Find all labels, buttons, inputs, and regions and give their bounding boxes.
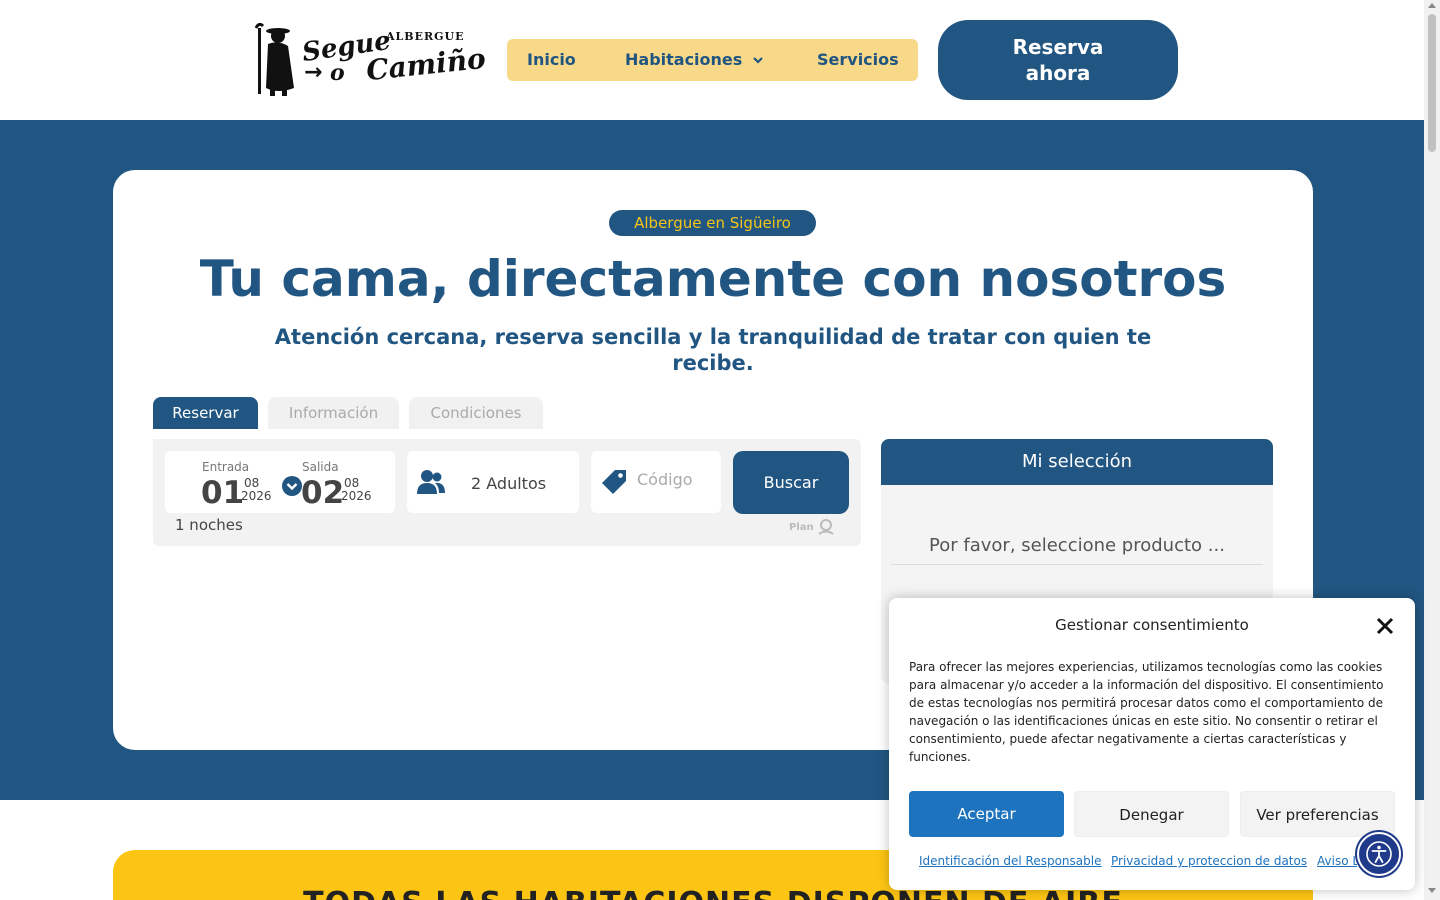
salida-month: 08 [344, 476, 360, 490]
site-header: Segue ALBERGUE → o Camiño Inicio Habitac… [0, 0, 1424, 120]
main-nav: Inicio Habitaciones Servicios [507, 39, 918, 81]
salida-label: Salida [302, 460, 339, 474]
link-privacidad[interactable]: Privacidad y proteccion de datos [1111, 854, 1307, 868]
page-scrollbar[interactable] [1424, 0, 1440, 900]
consent-description: Para ofrecer las mejores experiencias, u… [909, 660, 1384, 764]
buscar-button[interactable]: Buscar [733, 451, 849, 514]
nav-habitaciones[interactable]: Habitaciones [625, 50, 764, 69]
chevron-down-icon [753, 56, 764, 64]
plan-logo-text: Plan [789, 522, 814, 533]
accessibility-icon [1366, 841, 1392, 867]
plan-logo-icon [818, 519, 834, 535]
scroll-up-arrow[interactable] [1428, 3, 1436, 8]
scroll-down-arrow[interactable] [1428, 888, 1436, 893]
search-panel: Entrada 01 08 2026 Salida 02 08 2026 1 n… [153, 439, 861, 546]
entrada-label: Entrada [202, 460, 250, 474]
consent-accept-button[interactable]: Aceptar [909, 791, 1064, 837]
users-icon [417, 470, 445, 494]
tab-informacion[interactable]: Información [268, 397, 399, 429]
tag-icon [602, 470, 626, 494]
cookie-consent-dialog: Gestionar consentimiento Para ofrecer la… [889, 598, 1415, 890]
link-aviso-legal[interactable]: Aviso Legal [1317, 854, 1357, 868]
entrada-day: 01 [201, 475, 245, 511]
date-range-picker[interactable]: Entrada 01 08 2026 Salida 02 08 2026 [165, 451, 395, 513]
chevron-down-icon [282, 476, 302, 496]
page-subtitle: Atención cercana, reserva sencilla y la … [274, 325, 1152, 375]
accessibility-button[interactable] [1357, 832, 1401, 876]
plan-logo: Plan [789, 519, 835, 535]
logo-word-albergue: ALBERGUE [386, 30, 465, 43]
nav-inicio[interactable]: Inicio [527, 50, 576, 69]
promo-code-box [591, 451, 721, 513]
tab-reservar[interactable]: Reservar [153, 397, 258, 429]
logo-word-o: o [330, 60, 345, 86]
logo-arrow: → [304, 60, 323, 85]
consent-deny-button[interactable]: Denegar [1074, 791, 1229, 837]
reserva-ahora-button[interactable]: Reserva ahora [938, 20, 1178, 100]
scrollbar-thumb[interactable] [1428, 14, 1436, 152]
selection-empty-message: Por favor, seleccione producto ... [891, 535, 1263, 565]
consent-title: Gestionar consentimiento [1055, 616, 1249, 634]
location-badge: Albergue en Sigüeiro [609, 210, 816, 236]
close-icon[interactable] [1375, 616, 1395, 636]
pilgrim-logo-icon [254, 22, 294, 96]
entrada-year: 2026 [241, 489, 272, 503]
salida-day: 02 [301, 475, 345, 511]
promo-code-input[interactable] [637, 467, 715, 491]
nav-habitaciones-label: Habitaciones [625, 50, 743, 69]
nights-count: 1 noches [175, 516, 243, 534]
nav-servicios[interactable]: Servicios [817, 50, 899, 69]
guests-selector[interactable]: 2 Adultos [407, 451, 579, 513]
link-identificacion-responsable[interactable]: Identificación del Responsable [919, 854, 1101, 868]
guests-value: 2 Adultos [471, 474, 547, 493]
tab-condiciones[interactable]: Condiciones [409, 397, 543, 429]
salida-year: 2026 [341, 489, 372, 503]
consent-preferences-button[interactable]: Ver preferencias [1240, 791, 1395, 837]
page-title: Tu cama, directamente con nosotros [199, 250, 1227, 308]
entrada-month: 08 [244, 476, 260, 490]
site-logo[interactable]: Segue ALBERGUE → o Camiño [248, 22, 487, 98]
selection-title: Mi selección [881, 439, 1273, 485]
